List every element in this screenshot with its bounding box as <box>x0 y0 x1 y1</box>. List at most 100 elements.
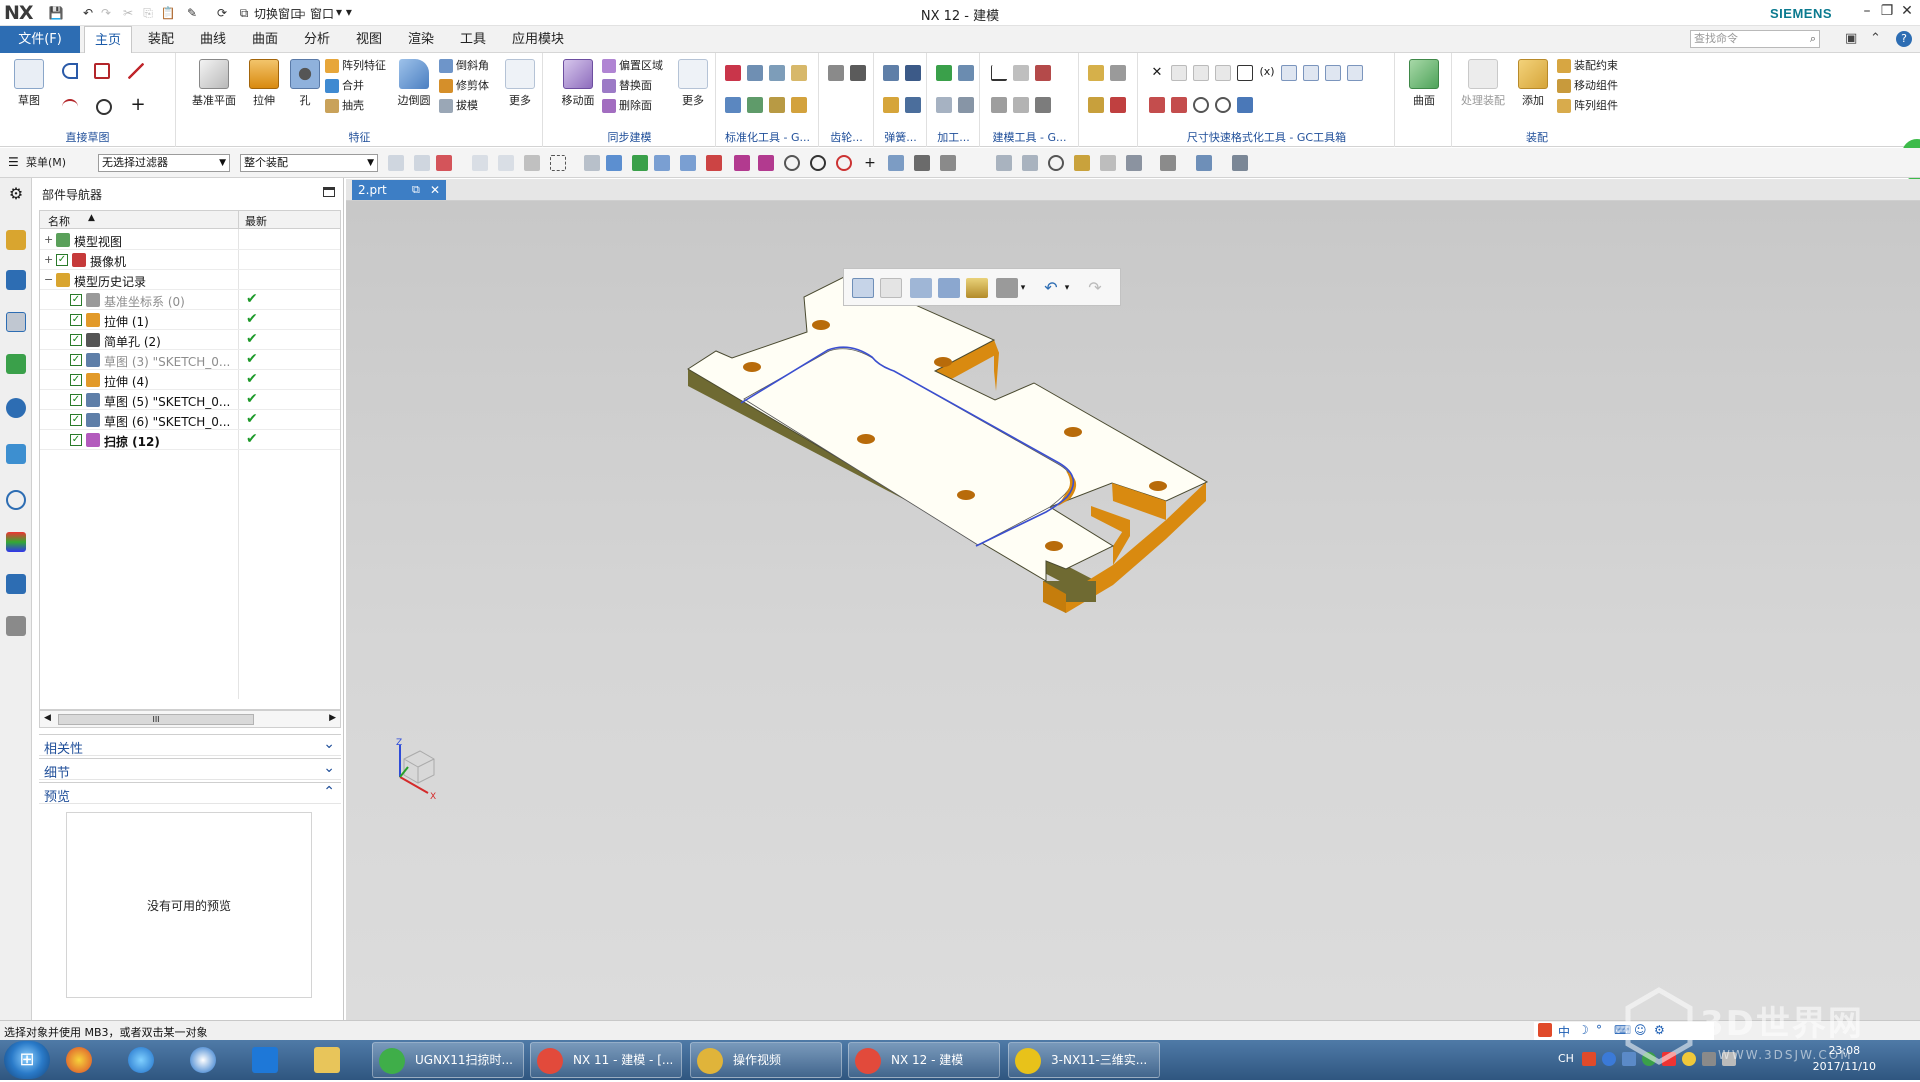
snap-icon-9[interactable] <box>836 155 852 171</box>
visibility-checkbox[interactable]: ✓ <box>70 294 82 306</box>
visibility-checkbox[interactable]: ✓ <box>70 314 82 326</box>
pinned-app-button-3[interactable] <box>184 1042 232 1078</box>
modeling-tool-icon-6[interactable] <box>1035 97 1051 113</box>
scroll-thumb[interactable]: III <box>58 714 254 725</box>
dim-tool-icon-9[interactable] <box>1237 97 1253 113</box>
view-tool-icon-6[interactable] <box>1126 155 1142 171</box>
details-panel-header[interactable]: 细节 ⌄ <box>39 758 341 781</box>
dim-format-icon-3[interactable] <box>1215 65 1231 81</box>
constraint-navigator-icon[interactable] <box>6 270 26 290</box>
help-icon[interactable]: ? <box>1896 31 1912 47</box>
menu-button[interactable]: 菜单(M) <box>26 154 66 172</box>
std-tool-icon-1[interactable] <box>725 65 741 81</box>
tab-render[interactable]: 渲染 <box>398 26 444 53</box>
settings-gear-icon[interactable]: ⚙ <box>6 184 26 204</box>
scroll-left-icon[interactable]: ◀ <box>44 713 51 723</box>
undo-view-icon[interactable]: ↶ <box>1040 278 1062 298</box>
snap-icon-11[interactable] <box>888 155 904 171</box>
sketch-button[interactable]: 草图 <box>8 59 50 108</box>
process-assembly-button[interactable]: 处理装配 <box>1459 59 1507 108</box>
std-tool-icon-2[interactable] <box>747 65 763 81</box>
dim-tool-icon-5[interactable] <box>1149 97 1165 113</box>
snap-crosshair-icon[interactable]: + <box>862 155 878 171</box>
pinned-app-icon[interactable] <box>60 1042 108 1078</box>
snap-icon-12[interactable] <box>914 155 930 171</box>
offset-region-button[interactable]: 偏置区域 <box>602 57 663 75</box>
trim-body-button[interactable]: 修剪体 <box>439 77 489 95</box>
clock-icon[interactable] <box>6 490 26 510</box>
extra-tool-icon-3[interactable] <box>1088 97 1104 113</box>
tray-ime-icon[interactable] <box>1582 1052 1596 1066</box>
select-tool-icon-2[interactable] <box>414 155 430 171</box>
rectangle-icon[interactable] <box>94 63 110 79</box>
tab-curve[interactable]: 曲线 <box>190 26 236 53</box>
explorer-button[interactable] <box>308 1042 356 1078</box>
select-tool-icon-8[interactable] <box>606 155 622 171</box>
surface-button[interactable]: 曲面 <box>1404 59 1444 108</box>
tab-applications[interactable]: 应用模块 <box>506 26 570 53</box>
swept-part-model[interactable] <box>687 274 1209 613</box>
std-tool-icon-5[interactable] <box>725 97 741 113</box>
view-tool-icon-2[interactable] <box>1022 155 1038 171</box>
render-style-icon[interactable] <box>1160 155 1176 171</box>
internet-explorer-button[interactable] <box>122 1042 170 1078</box>
select-tool-icon-4[interactable] <box>472 155 488 171</box>
more-feature-button[interactable]: 更多 <box>503 59 537 108</box>
horizontal-scrollbar[interactable]: ◀ III ▶ <box>39 710 341 728</box>
snap-icon-7[interactable] <box>784 155 800 171</box>
visibility-checkbox[interactable]: ✓ <box>70 374 82 386</box>
visibility-checkbox[interactable]: ✓ <box>70 394 82 406</box>
history-icon[interactable] <box>6 444 26 464</box>
dim-format-icon-2[interactable] <box>1193 65 1209 81</box>
machining-tool-icon-2[interactable] <box>958 65 974 81</box>
dim-fit-icon-3[interactable] <box>1325 65 1341 81</box>
undo-dropdown-icon[interactable]: ▾ <box>1062 278 1072 298</box>
pattern-feature-button[interactable]: 阵列特征 <box>325 57 386 75</box>
chamfer-button[interactable]: 倒斜角 <box>439 57 489 75</box>
draft-button[interactable]: 拔模 <box>439 97 478 115</box>
tree-row[interactable]: ✓ 简单孔 (2) ✔ <box>40 330 340 350</box>
extrude-button[interactable]: 拉伸 <box>243 59 285 108</box>
line-icon[interactable] <box>128 63 144 79</box>
dependencies-panel-header[interactable]: 相关性 ⌄ <box>39 734 341 757</box>
taskbar-window-button[interactable]: UGNX11扫掠时... <box>372 1042 524 1078</box>
view-tool-icon-5[interactable] <box>1100 155 1116 171</box>
extra-tool-icon-2[interactable] <box>1110 65 1126 81</box>
view-orient-icon[interactable] <box>910 278 932 298</box>
visibility-checkbox[interactable]: ✓ <box>70 334 82 346</box>
profile-icon[interactable] <box>62 63 78 79</box>
render-mode-dropdown-icon[interactable]: ▾ <box>1018 278 1028 298</box>
arc-icon[interactable] <box>62 99 78 115</box>
std-tool-icon-7[interactable] <box>769 97 785 113</box>
modeling-tool-icon-2[interactable] <box>1013 65 1029 81</box>
collapse-icon[interactable]: − <box>44 273 53 286</box>
dim-fit-icon-1[interactable] <box>1281 65 1297 81</box>
move-face-button[interactable]: 移动面 <box>556 59 600 108</box>
tab-close-icon[interactable]: ✕ <box>430 180 440 200</box>
dim-ref-icon[interactable]: (x) <box>1259 65 1275 81</box>
spring-tool-icon-4[interactable] <box>905 97 921 113</box>
snap-icon-4[interactable] <box>706 155 722 171</box>
std-tool-icon-8[interactable] <box>791 97 807 113</box>
modeling-tool-icon-4[interactable] <box>991 97 1007 113</box>
type-filter-select[interactable]: 无选择过滤器 ▼ <box>98 154 230 172</box>
visibility-checkbox[interactable]: ✓ <box>70 414 82 426</box>
tab-home[interactable]: 主页 <box>84 26 132 53</box>
file-menu-button[interactable]: 文件(F) <box>0 26 80 53</box>
snap-icon-2[interactable] <box>654 155 670 171</box>
taskbar-window-button[interactable]: 3-NX11-三维实... <box>1008 1042 1160 1078</box>
tab-pin-icon[interactable]: ⧉ <box>412 180 420 200</box>
dim-diameter-icon[interactable] <box>1193 97 1209 113</box>
render-mode-icon[interactable] <box>996 278 1018 298</box>
tree-row[interactable]: ✓ 基准坐标系 (0) ✔ <box>40 290 340 310</box>
taskbar-window-button[interactable]: NX 12 - 建模 <box>848 1042 1000 1078</box>
visibility-checkbox[interactable]: ✓ <box>70 434 82 446</box>
modeling-tool-icon-1[interactable] <box>991 65 1007 81</box>
expand-icon[interactable]: + <box>44 233 53 246</box>
dim-fit-icon-4[interactable] <box>1347 65 1363 81</box>
select-tool-icon-5[interactable] <box>498 155 514 171</box>
tree-row[interactable]: ✓ 草图 (3) "SKETCH_0... ✔ <box>40 350 340 370</box>
command-search-input[interactable]: 查找命令 ⌕ <box>1690 30 1820 48</box>
minimize-ribbon-icon[interactable]: ⌃ <box>1870 31 1881 46</box>
measure-distance-icon[interactable] <box>966 278 988 298</box>
